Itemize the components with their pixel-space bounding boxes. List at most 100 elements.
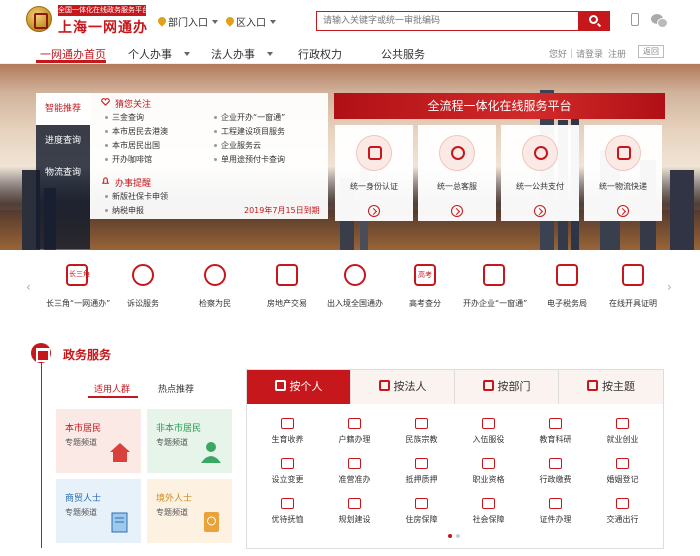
search-icon — [589, 15, 598, 24]
service-business-permit[interactable]: 准营准办 — [323, 458, 386, 494]
quick-item-yangtze-delta[interactable]: 长三角 长三角“一网通办” — [46, 264, 110, 309]
guess-link[interactable]: 开办咖啡馆 — [105, 154, 152, 165]
pagination-dot[interactable] — [456, 534, 460, 538]
graduation-cap-icon — [549, 418, 562, 429]
service-card-payment[interactable]: 统一公共支付 — [501, 125, 579, 221]
scales-icon — [132, 264, 154, 286]
card-subtitle: 专题频道 — [156, 438, 188, 447]
wechat-icon[interactable] — [651, 14, 668, 28]
tab-progress-query[interactable]: 进度查询 — [36, 125, 90, 157]
district-selector[interactable]: 区入口 — [226, 14, 276, 29]
calendar-icon — [348, 458, 361, 469]
subtab-target-group[interactable]: 适用人群 — [94, 382, 130, 395]
arrow-right-icon — [368, 205, 380, 217]
service-military[interactable]: 入伍服役 — [457, 418, 520, 454]
guess-link[interactable]: 企业开办“一窗通” — [213, 112, 285, 123]
tab-logistics-query[interactable]: 物流查询 — [36, 157, 90, 189]
tab-smart-recommend[interactable]: 智能推荐 — [36, 93, 90, 125]
chevron-right-icon[interactable]: › — [667, 280, 672, 294]
guess-link[interactable]: 工程建设项目服务 — [214, 126, 285, 137]
quick-item-gaokao[interactable]: 高考 高考查分 — [394, 264, 456, 309]
back-button[interactable]: 返回 — [638, 45, 664, 58]
service-mortgage-pledge[interactable]: 抵押质押 — [390, 458, 453, 494]
payment-icon — [549, 458, 562, 469]
subtab-hot-recommend[interactable]: 热点推荐 — [158, 382, 194, 395]
tab-by-department[interactable]: 按部门 — [455, 370, 559, 404]
card-title: 境外人士 — [156, 494, 193, 504]
guess-link[interactable]: 三金查询 — [105, 112, 144, 123]
chevron-down-icon — [184, 52, 190, 56]
service-card-customer-service[interactable]: 统一总客服 — [418, 125, 496, 221]
umbrella-icon — [482, 498, 495, 509]
tab-by-individual[interactable]: 按个人 — [247, 370, 351, 404]
medal-icon — [482, 418, 495, 429]
certificate-icon — [622, 264, 644, 286]
reminder-link[interactable]: 新版社保卡申领 — [105, 191, 168, 202]
heart-icon — [101, 98, 110, 106]
tab-by-theme[interactable]: 按主题 — [559, 370, 663, 404]
service-qualification[interactable]: 职业资格 — [457, 458, 520, 494]
service-certificates[interactable]: 证件办理 — [524, 498, 587, 534]
quick-item-company-setup[interactable]: 开办企业“一窗通” — [463, 264, 527, 309]
guess-link[interactable]: 本市居民出国 — [105, 140, 160, 151]
chevron-left-icon[interactable]: ‹ — [26, 280, 31, 294]
quick-item-e-tax[interactable]: 电子税务局 — [536, 264, 598, 309]
id-card-icon — [356, 135, 392, 171]
service-transport[interactable]: 交通出行 — [591, 498, 654, 534]
tab-by-legal-person[interactable]: 按法人 — [351, 370, 455, 404]
service-housing[interactable]: 住房保障 — [390, 498, 453, 534]
hero-sidebar: 智能推荐 进度查询 物流查询 — [36, 93, 90, 249]
service-admin-fees[interactable]: 行政缴费 — [524, 458, 587, 494]
service-marriage[interactable]: 婚姻登记 — [591, 458, 654, 494]
guess-link[interactable]: 单用途预付卡查询 — [214, 154, 285, 165]
mobile-phone-icon[interactable] — [631, 13, 639, 26]
service-planning-construction[interactable]: 规划建设 — [323, 498, 386, 534]
service-card-label: 统一总客服 — [437, 182, 477, 191]
car-icon — [616, 498, 629, 509]
nav-item-public-service[interactable]: 公共服务 — [381, 46, 425, 62]
quick-item-real-estate[interactable]: 房地产交易 — [256, 264, 318, 309]
service-card-logistics[interactable]: 统一物流快递 — [584, 125, 662, 221]
search-input[interactable] — [317, 12, 578, 30]
guess-link[interactable]: 本市居民去港澳 — [105, 126, 168, 137]
nav-item-admin-power[interactable]: 行政权力 — [298, 46, 342, 62]
login-link[interactable]: 您好｜请登录 — [549, 47, 603, 60]
card-foreigners[interactable]: 境外人士 专题频道 — [147, 479, 232, 543]
card-local-residents[interactable]: 本市居民 专题频道 — [56, 409, 141, 473]
nav-item-legal-person[interactable]: 法人办事 — [211, 46, 255, 62]
blueprint-icon — [348, 498, 361, 509]
service-card-identity[interactable]: 统一身份认证 — [335, 125, 413, 221]
reminder-heading: 办事提醒 — [115, 179, 152, 189]
quick-item-certificate[interactable]: 在线开具证明 — [602, 264, 664, 309]
card-non-local-residents[interactable]: 非本市居民 专题频道 — [147, 409, 232, 473]
reminder-link[interactable]: 纳税申报 — [105, 205, 144, 216]
quick-item-litigation[interactable]: 诉讼服务 — [112, 264, 174, 309]
service-employment[interactable]: 就业创业 — [591, 418, 654, 454]
id-card-icon — [549, 498, 562, 509]
service-establish-change[interactable]: 设立变更 — [256, 458, 319, 494]
section-divider — [41, 363, 42, 548]
service-education[interactable]: 教育科研 — [524, 418, 587, 454]
search-button[interactable] — [578, 11, 610, 31]
headset-icon — [439, 135, 475, 171]
service-birth-adoption[interactable]: 生育收养 — [256, 418, 319, 454]
card-business-people[interactable]: 商贸人士 专题频道 — [56, 479, 141, 543]
quick-item-procuratorate[interactable]: 检察为民 — [184, 264, 246, 309]
quick-item-label: 电子税务局 — [547, 299, 587, 308]
yangtze-delta-icon: 长三角 — [66, 264, 90, 286]
rings-icon — [616, 458, 629, 469]
service-household-registration[interactable]: 户籍办理 — [323, 418, 386, 454]
logo-name[interactable]: 上海一网通办 — [58, 17, 148, 37]
register-link[interactable]: 注册 — [608, 47, 626, 60]
guess-heading: 猜您关注 — [115, 100, 152, 110]
service-social-security[interactable]: 社会保障 — [457, 498, 520, 534]
pagination-dot-active[interactable] — [448, 534, 452, 538]
section-title: 政务服务 — [63, 348, 112, 362]
service-ethnic-religion[interactable]: 民族宗教 — [390, 418, 453, 454]
department-selector[interactable]: 部门入口 — [158, 14, 218, 29]
service-card-label: 统一物流快递 — [599, 182, 647, 191]
guess-link[interactable]: 企业服务云 — [214, 140, 261, 151]
nav-item-personal[interactable]: 个人办事 — [128, 46, 172, 62]
quick-item-immigration[interactable]: 出入境全国通办 — [324, 264, 386, 309]
service-preferential-care[interactable]: 优待抚恤 — [256, 498, 319, 534]
